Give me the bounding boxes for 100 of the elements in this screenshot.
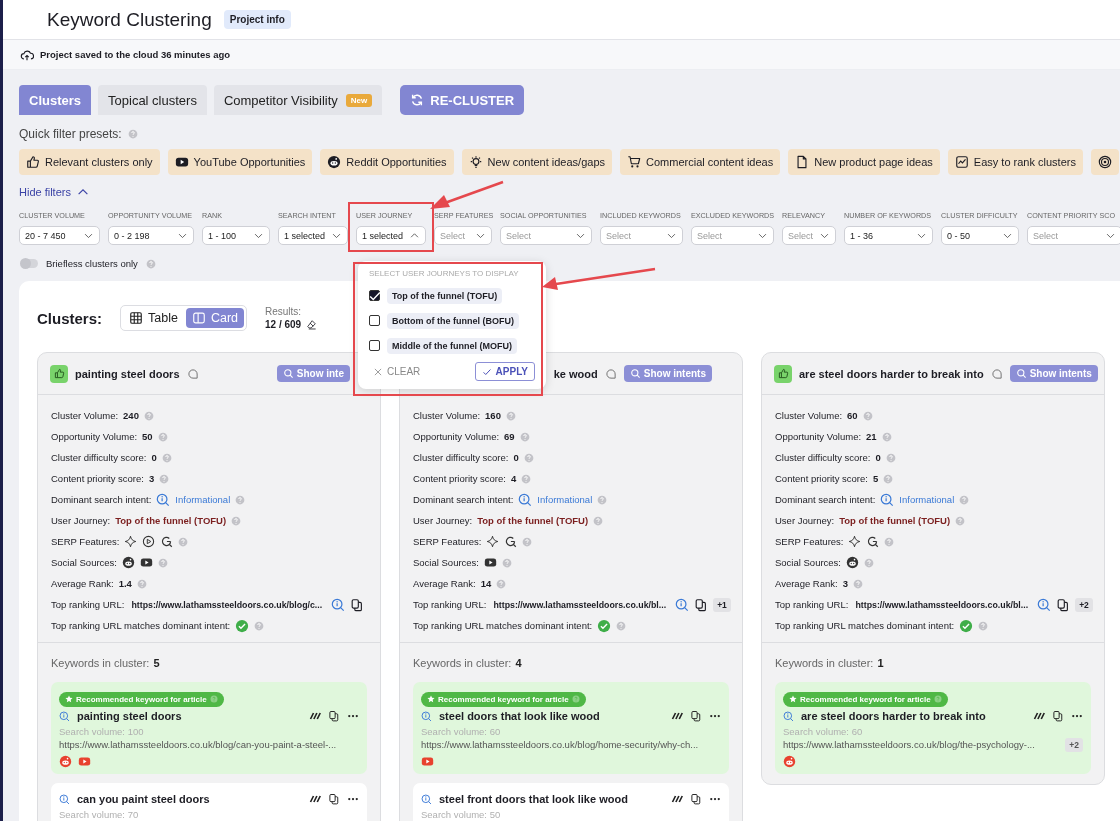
preset-chip[interactable]: Relevant clusters only [19,149,160,175]
results-label: Results: [265,306,303,317]
stat-value: 240 [123,410,139,421]
help-icon [884,536,895,547]
results-count: 12 / 609 [265,319,302,330]
letter-g-icon [160,535,174,548]
copy-icon [350,597,365,612]
preset-chip[interactable] [1090,149,1119,175]
preset-chip[interactable]: YouTube Opportunities [167,149,313,175]
slashes-icon [1033,710,1045,722]
help-icon [978,620,989,631]
lightbulb-icon [468,155,483,169]
relevance-badge[interactable] [50,364,68,383]
help-icon [521,473,532,484]
save-status: Project saved to the cloud 36 minutes ago [40,49,231,60]
keyword-title: steel doors that look like wood [439,710,601,722]
preset-chip[interactable]: Reddit Opportunities [320,149,454,175]
copy-icon [1056,597,1071,612]
hide-filters-link[interactable]: Hide filters [19,185,90,199]
stat-label: Cluster Volume: [775,410,843,421]
help-icon [505,410,516,421]
section-label: Quick filter presets: [19,127,122,141]
help-icon [864,557,874,568]
recommended-badge: Recommended keyword for article [59,691,224,707]
info-search-icon [59,710,70,722]
option-label[interactable]: Top of the funnel (TOFU) [387,287,503,304]
help-icon [254,620,265,631]
more-count: +2 [1065,737,1083,752]
copy-icon [694,597,709,612]
clear-button[interactable]: CLEAR [369,366,425,377]
stat-label: Opportunity Volume: [51,431,138,442]
stat-label: User Journey: [51,515,111,526]
project-info-badge[interactable]: Project info [223,10,291,29]
stat-label: Cluster difficulty score: [775,452,871,463]
tab[interactable]: Topical clusters [98,85,207,115]
stat-label: Dominant search intent: [51,494,152,505]
preset-chip[interactable]: New product page ideas [788,149,940,175]
stat-value: 60 [847,410,858,421]
apply-button[interactable]: APPLY [474,362,535,381]
select-field[interactable]: 1 - 36 [844,226,933,245]
youtube-icon [78,754,91,768]
info-search-icon [156,492,171,507]
slashes-icon [671,710,683,722]
help-icon [235,494,246,505]
stat-label: Top ranking URL: [413,599,487,610]
select-field[interactable]: 1 selected [278,226,348,245]
option-label[interactable]: Middle of the funnel (MOFU) [387,337,517,354]
select-field[interactable]: 1 selected [356,226,426,245]
search-icon [282,368,294,379]
slashes-icon [671,793,683,805]
checkbox[interactable] [369,290,380,301]
stat-value: 21 [866,431,877,442]
tab[interactable]: Competitor Visibility New [213,85,383,115]
help-icon [959,494,970,505]
stat-label: User Journey: [775,515,835,526]
table-icon [129,311,144,325]
help-icon [519,431,530,442]
select-field[interactable]: 1 - 100 [202,226,270,245]
caret-up-icon [409,230,420,241]
preset-chip[interactable]: Easy to rank clusters [947,149,1083,175]
youtube-icon [484,556,497,569]
reddit-icon [783,754,796,768]
target-icon [1097,155,1112,169]
letter-g-icon [504,535,518,548]
info-search-icon [421,793,432,805]
preset-chip[interactable]: New content ideas/gaps [461,149,613,175]
section-title: Clusters: [37,309,103,327]
star-icon [427,695,435,703]
toggle-switch[interactable] [21,259,38,268]
keyword-title: can you paint steel doors [77,793,211,805]
preset-chip[interactable]: Commercial content ideas [620,149,781,175]
toggle-label: Briefless clusters only [46,258,138,269]
keyword-count: 5 [153,657,160,669]
help-icon [852,578,863,589]
stat-label: Content priority score: [413,473,506,484]
copy-icon [328,793,340,805]
help-icon [616,620,627,631]
thumbs-up-icon [53,368,65,379]
help-icon [522,536,533,547]
option-label[interactable]: Bottom of the funnel (BOFU) [387,312,519,329]
view-option[interactable]: Table [123,308,184,328]
info-search-icon [783,710,794,722]
stat-label: Social Sources: [775,557,841,568]
checkbox[interactable] [369,340,380,351]
search-volume: Search volume: 50 [421,809,502,821]
relevance-badge[interactable] [774,364,792,383]
select-field[interactable]: 0 - 2 198 [108,226,194,245]
new-badge: New [345,93,373,107]
url-value: https://www.lathamssteeldoors.co.uk/blog/c... [131,599,323,610]
document-icon [795,155,810,169]
checkbox[interactable] [369,315,380,326]
info-search-icon [421,710,432,722]
select-field[interactable]: 0 - 50 [941,226,1019,245]
stat-label: Dominant search intent: [775,494,876,505]
stat-value: 160 [485,410,501,421]
keyword-count-label: Keywords in cluster: [775,657,874,669]
select-field[interactable]: 20 - 7 450 [19,226,100,245]
stat-label: SERP Features: [413,536,482,547]
stat-label: Average Rank: [51,578,114,589]
keyword-url: https://www.lathamssteeldoors.co.uk/blog/home-security/why-ch... [421,739,699,750]
